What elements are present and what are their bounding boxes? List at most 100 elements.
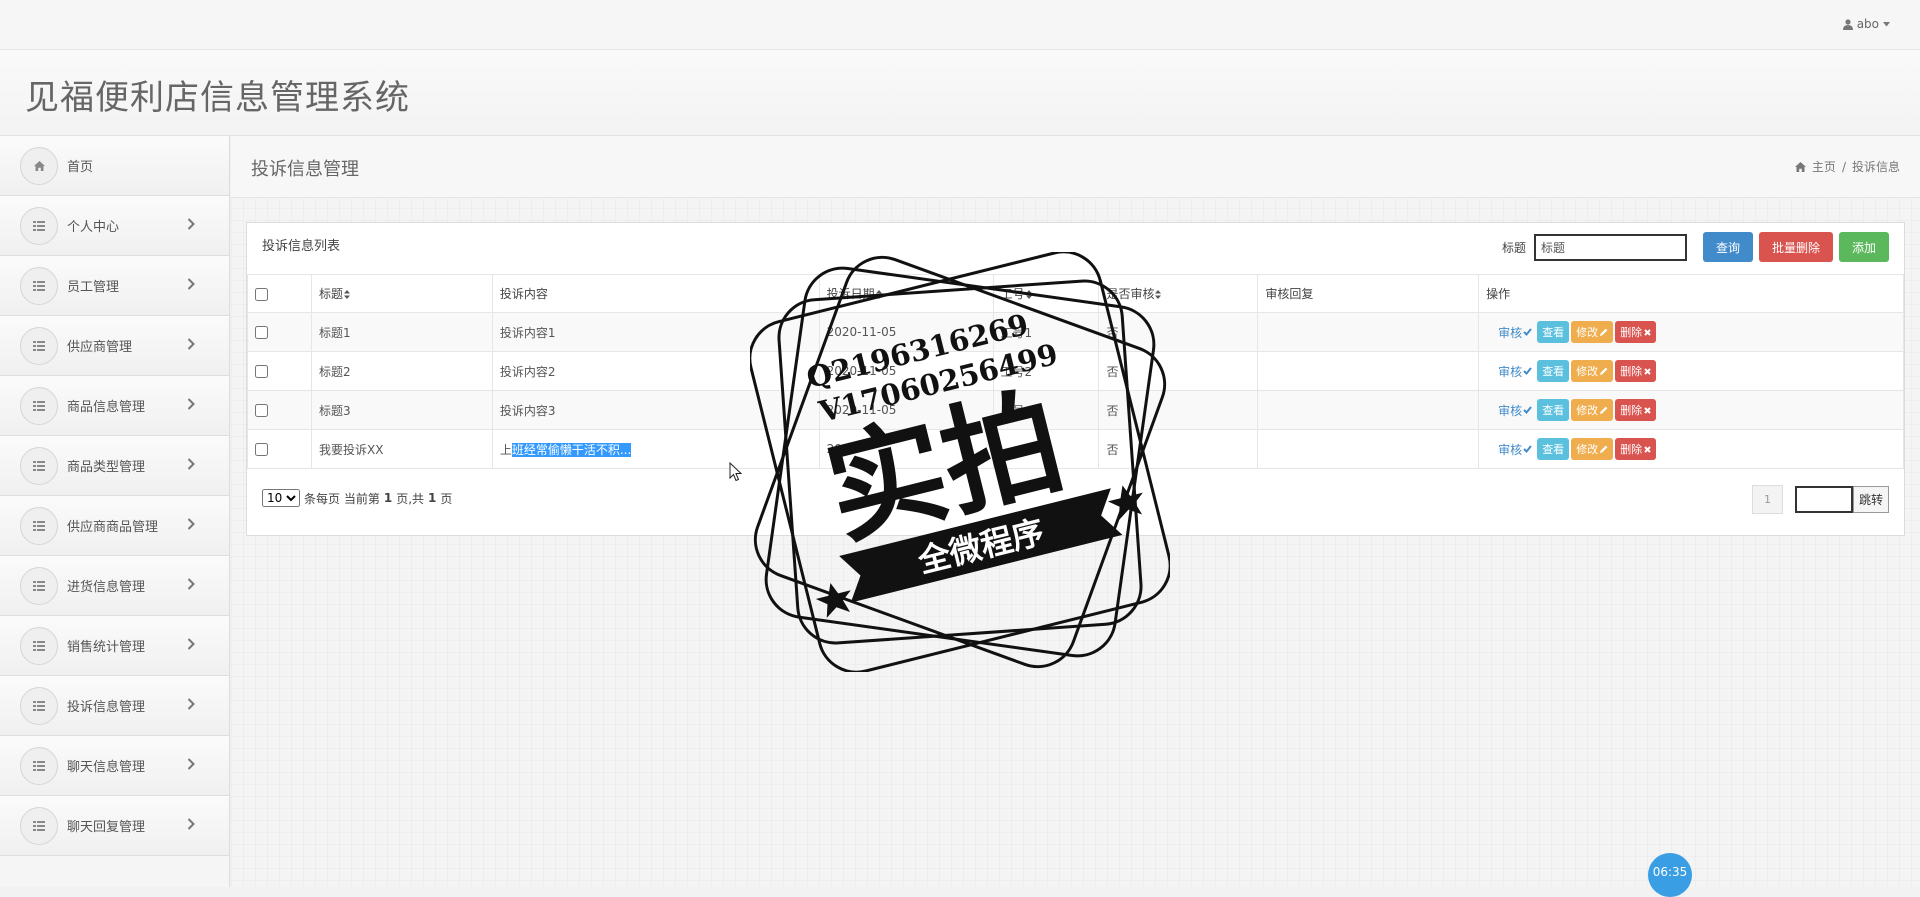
header-title[interactable]: 标题 — [310, 274, 493, 313]
pencil-icon — [1600, 445, 1608, 453]
table-header-row: 标题 投诉内容 投诉日期 工号 是否审核 审核回复 操作 — [247, 274, 1904, 313]
cell-reply — [1257, 429, 1480, 469]
cell-content: 投诉内容1 — [491, 312, 820, 352]
delete-button[interactable]: 删除 — [1615, 321, 1657, 343]
edit-label: 修改 — [1576, 326, 1599, 339]
jump-button[interactable]: 跳转 — [1852, 486, 1889, 513]
title-search-input[interactable] — [1533, 233, 1687, 261]
table-row: 我要投诉XX 上班经常偷懒干活不积... 20 否审核 查看 修改 删除 — [247, 429, 1904, 469]
sidebar-item[interactable]: 供应商管理 — [0, 316, 229, 376]
view-label: 查看 — [1542, 326, 1565, 339]
batch-delete-button[interactable]: 批量删除 — [1758, 232, 1833, 262]
view-label: 查看 — [1542, 443, 1565, 456]
row-checkbox[interactable] — [255, 326, 268, 339]
user-name: abo — [1856, 17, 1879, 31]
chevron-right-icon — [187, 338, 195, 350]
delete-label: 删除 — [1620, 404, 1643, 417]
row-checkbox[interactable] — [255, 404, 268, 417]
review-link[interactable]: 审核 — [1498, 441, 1532, 458]
chevron-right-icon — [187, 638, 195, 650]
edit-button[interactable]: 修改 — [1571, 438, 1614, 460]
pencil-icon — [1600, 328, 1608, 336]
user-menu[interactable]: abo — [1842, 17, 1890, 31]
chevron-right-icon — [187, 398, 195, 410]
cell-job: 工号 — [992, 390, 1100, 430]
jump-page-input[interactable] — [1794, 486, 1853, 513]
grid-icon — [20, 806, 58, 845]
grid-icon — [20, 326, 58, 365]
row-checkbox[interactable] — [255, 365, 268, 378]
page-button[interactable]: 1 — [1751, 485, 1783, 514]
mouse-cursor-icon — [729, 462, 742, 482]
cell-content-text: 投诉内容1 — [499, 325, 556, 340]
review-label: 审核 — [1498, 364, 1523, 379]
sidebar-item[interactable]: 进货信息管理 — [0, 556, 229, 616]
edit-button[interactable]: 修改 — [1571, 360, 1614, 382]
header-ops: 操作 — [1478, 274, 1904, 313]
sidebar-item[interactable]: 投诉信息管理 — [0, 676, 229, 736]
review-label: 审核 — [1498, 442, 1523, 457]
review-link[interactable]: 审核 — [1498, 363, 1532, 380]
header-reviewed[interactable]: 是否审核 — [1098, 274, 1259, 313]
view-button[interactable]: 查看 — [1537, 360, 1570, 382]
sidebar-item[interactable]: 供应商商品管理 — [0, 496, 229, 556]
page-size-select[interactable]: 10 — [262, 489, 300, 507]
cell-job — [992, 429, 1100, 469]
check-icon — [1523, 328, 1532, 336]
delete-button[interactable]: 删除 — [1615, 360, 1657, 382]
sidebar-item-label: 聊天信息管理 — [67, 760, 146, 775]
edit-label: 修改 — [1576, 404, 1599, 417]
grid-icon — [20, 686, 58, 725]
grid-icon — [20, 626, 58, 665]
view-button[interactable]: 查看 — [1537, 321, 1570, 343]
pager-info: 10 条每页 当前第 1 页,共 1 页 — [262, 489, 452, 507]
view-label: 查看 — [1542, 365, 1565, 378]
sidebar-item-label: 聊天回复管理 — [67, 820, 146, 835]
sidebar-item[interactable]: 销售统计管理 — [0, 616, 229, 676]
user-icon — [1842, 18, 1853, 30]
view-button[interactable]: 查看 — [1537, 399, 1570, 421]
query-button[interactable]: 查询 — [1702, 232, 1753, 262]
cell-ops: 审核 查看 修改 删除 — [1478, 429, 1904, 469]
cell-date: 2020-11-05 — [818, 312, 994, 352]
chevron-right-icon — [187, 758, 195, 770]
sidebar-item[interactable]: 员工管理 — [0, 256, 229, 316]
view-button[interactable]: 查看 — [1537, 438, 1570, 460]
selected-text: 班经常偷懒干活不积... — [511, 442, 632, 457]
header-date[interactable]: 投诉日期 — [818, 274, 994, 313]
close-icon — [1644, 328, 1651, 336]
sort-icon — [1155, 290, 1162, 299]
row-checkbox[interactable] — [255, 443, 268, 456]
header-ops-label: 操作 — [1486, 287, 1511, 301]
edit-button[interactable]: 修改 — [1571, 399, 1614, 421]
cell-content-text: 上 — [499, 442, 512, 457]
pager-prefix: 条每页 当前第 — [304, 491, 380, 506]
sidebar-item-label: 投诉信息管理 — [67, 700, 146, 715]
sidebar-item[interactable]: 聊天信息管理 — [0, 736, 229, 796]
breadcrumb-home-link[interactable]: 主页 — [1812, 158, 1836, 175]
delete-button[interactable]: 删除 — [1615, 438, 1657, 460]
header-job[interactable]: 工号 — [992, 274, 1100, 313]
review-link[interactable]: 审核 — [1498, 402, 1532, 419]
sidebar-item[interactable]: 商品类型管理 — [0, 436, 229, 496]
grid-icon — [20, 206, 58, 245]
sidebar-item-label: 商品信息管理 — [67, 400, 146, 415]
sidebar-item[interactable]: 商品信息管理 — [0, 376, 229, 436]
sidebar-item-label: 个人中心 — [67, 220, 120, 235]
edit-button[interactable]: 修改 — [1571, 321, 1614, 343]
main-content: 投诉信息管理 主页 / 投诉信息 投诉信息列表 标题 查询 批量删除 添加 — [231, 136, 1920, 887]
sidebar-item[interactable]: 个人中心 — [0, 196, 229, 256]
view-label: 查看 — [1542, 404, 1565, 417]
review-link[interactable]: 审核 — [1498, 324, 1532, 341]
sidebar-item[interactable]: 聊天回复管理 — [0, 796, 229, 856]
grid-icon — [20, 446, 58, 485]
add-button[interactable]: 添加 — [1838, 232, 1889, 262]
header-content: 投诉内容 — [491, 274, 820, 313]
grid-icon — [20, 506, 58, 545]
select-all-checkbox[interactable] — [255, 287, 268, 301]
chevron-right-icon — [187, 278, 195, 290]
cell-ops: 审核 查看 修改 删除 — [1478, 351, 1904, 391]
delete-button[interactable]: 删除 — [1615, 399, 1657, 421]
breadcrumb-separator: / — [1841, 159, 1846, 174]
sidebar-item[interactable]: 首页 — [0, 136, 229, 196]
